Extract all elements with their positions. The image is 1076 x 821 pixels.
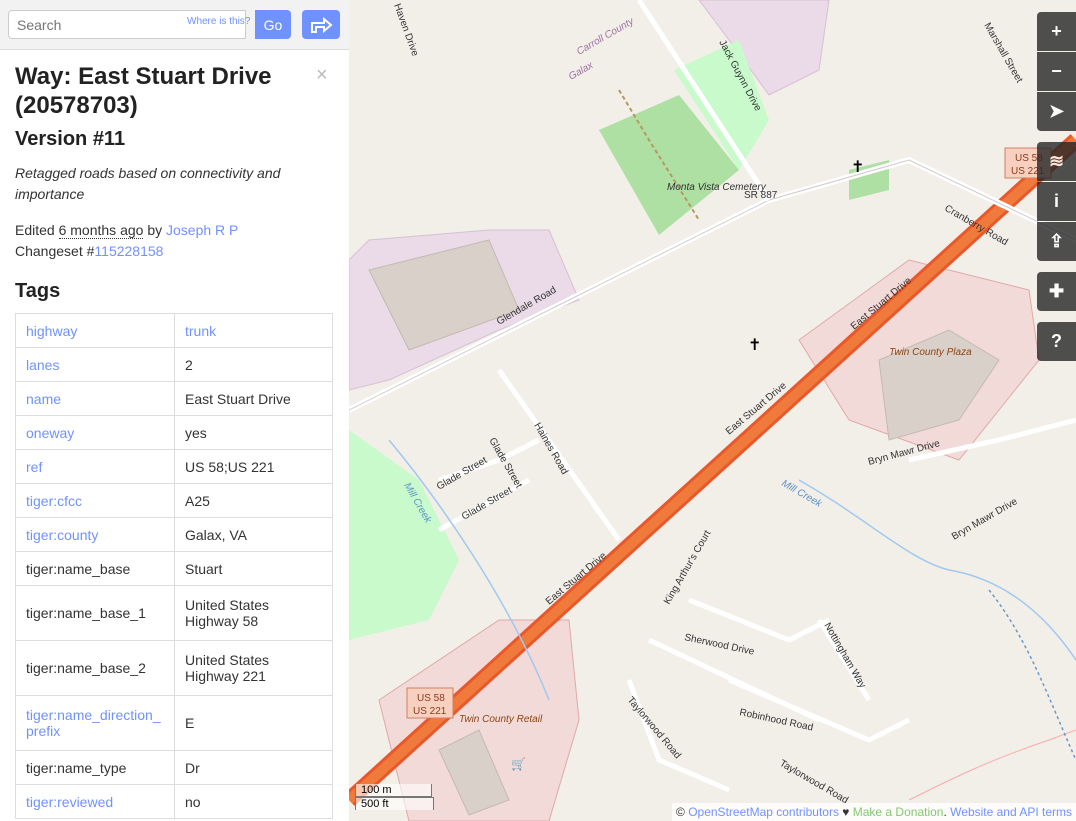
sidebar: Where is this? Go × Way: East Stuart Dri… [0,0,349,821]
zoom-in-button[interactable]: + [1037,12,1076,51]
note-icon: ✚ [1048,281,1065,301]
tag-value: no [174,784,333,819]
tag-key[interactable]: tiger:reviewed [15,784,175,819]
locate-icon: ➤ [1048,101,1065,121]
tag-value: E [174,695,333,751]
tag-value[interactable]: trunk [174,313,333,348]
tag-key: tiger:name_base [15,551,175,586]
tag-value: United States Highway 221 [174,640,333,696]
changeset-comment: Retagged roads based on connectivity and… [15,165,281,202]
tag-key[interactable]: tiger:name_direction_prefix [15,695,175,751]
table-row: lanes 2 [15,347,333,382]
directions-button[interactable] [302,10,340,39]
table-row: oneway yes [15,415,333,450]
tag-key[interactable]: name [15,381,175,416]
directions-icon [311,16,333,34]
svg-text:US 58: US 58 [417,693,445,704]
query-features-button[interactable]: ? [1037,322,1076,361]
table-row: tiger:reviewed no [15,784,333,819]
user-link[interactable]: Joseph R P [166,222,238,238]
scale-metric: 100 m [355,784,432,797]
info-icon: i [1053,191,1059,211]
church-icon: ✝ [851,159,864,176]
page-title: Way: East Stuart Drive (20578703) [15,63,272,119]
search-bar: Where is this? Go [0,0,349,50]
tag-value: East Stuart Drive [174,381,333,416]
scale-imperial: 500 ft [355,797,434,810]
table-row: tiger:name_direction_prefix E [15,695,333,751]
table-row: ref US 58;US 221 [15,449,333,484]
layers-button[interactable]: ≋ [1037,142,1076,181]
edited-prefix: Edited [15,222,59,238]
share-button[interactable]: ⇪ [1037,222,1076,261]
tag-key[interactable]: ref [15,449,175,484]
zoom-out-button[interactable]: − [1037,52,1076,91]
where-is-this-link[interactable]: Where is this? [187,16,250,27]
tag-value: US 58;US 221 [174,449,333,484]
label-twin-county-retail: Twin County Retail [459,714,543,725]
svg-text:US 221: US 221 [413,706,447,717]
edited-ago: 6 months ago [58,222,144,239]
by-text: by [143,222,167,238]
info-button[interactable]: i [1037,182,1076,221]
tag-value: Dr [174,750,333,785]
table-row: tiger:cfcc A25 [15,483,333,518]
tag-value: yes [174,415,333,450]
edited-line: Edited 6 months ago by Joseph R P [15,220,333,241]
tags-heading: Tags [15,280,61,302]
table-row: tiger:name_type Dr [15,750,333,785]
donate-link[interactable]: Make a Donation [853,805,944,819]
attribution: © OpenStreetMap contributors ♥ Make a Do… [672,803,1076,821]
tag-key: tiger:name_base_1 [15,585,175,641]
table-row: tiger:name_base_1 United States Highway 5… [15,585,333,641]
tag-key[interactable]: highway [15,313,175,348]
scale-bar: 100 m 500 ft [355,784,434,810]
add-note-button[interactable]: ✚ [1037,272,1076,311]
changeset-line: Changeset #115228158 [15,241,333,262]
tag-value: Stuart [174,551,333,586]
tag-value: A25 [174,483,333,518]
tag-key[interactable]: tiger:county [15,517,175,552]
tag-key[interactable]: lanes [15,347,175,382]
tag-key[interactable]: tiger:cfcc [15,483,175,518]
table-row: name East Stuart Drive [15,381,333,416]
tag-key: tiger:name_type [15,750,175,785]
table-row: tiger:county Galax, VA [15,517,333,552]
tag-value: United States Highway 58 [174,585,333,641]
layers-icon: ≋ [1048,151,1065,171]
go-button[interactable]: Go [255,10,291,39]
label-sr887: SR 887 [744,190,778,201]
api-terms-link[interactable]: Website and API terms [950,805,1072,819]
church-icon: ✝ [748,337,761,354]
query-icon: ? [1051,331,1062,351]
attrib-heart: ♥ [838,805,853,819]
osm-contributors-link[interactable]: OpenStreetMap contributors [688,805,839,819]
changeset-link[interactable]: 115228158 [94,243,163,259]
label-twin-county-plaza: Twin County Plaza [889,347,972,358]
locate-button[interactable]: ➤ [1037,92,1076,131]
table-row: tiger:name_base_2 United States Highway 2… [15,640,333,696]
shield-us58-us221-bottom: US 58 US 221 [406,687,454,719]
tag-key[interactable]: oneway [15,415,175,450]
tag-key: tiger:name_base_2 [15,640,175,696]
changeset-prefix: Changeset # [15,243,95,259]
table-row: tiger:name_base Stuart [15,551,333,586]
shop-icon: 🛒 [511,757,526,771]
table-row: highway trunk [15,313,333,348]
map-canvas: Carroll County Galax Haven Drive Jack Gu… [349,0,1076,821]
tag-value: Galax, VA [174,517,333,552]
feature-panel: Way: East Stuart Drive (20578703) Versio… [15,62,333,819]
tags-table: highway trunk lanes 2 name East Stuart Drive o… [15,313,333,819]
attrib-copy: © [676,805,689,819]
share-icon: ⇪ [1048,231,1065,251]
version-heading: Version #11 [15,128,126,150]
map[interactable]: Carroll County Galax Haven Drive Jack Gu… [349,0,1076,821]
tag-value: 2 [174,347,333,382]
